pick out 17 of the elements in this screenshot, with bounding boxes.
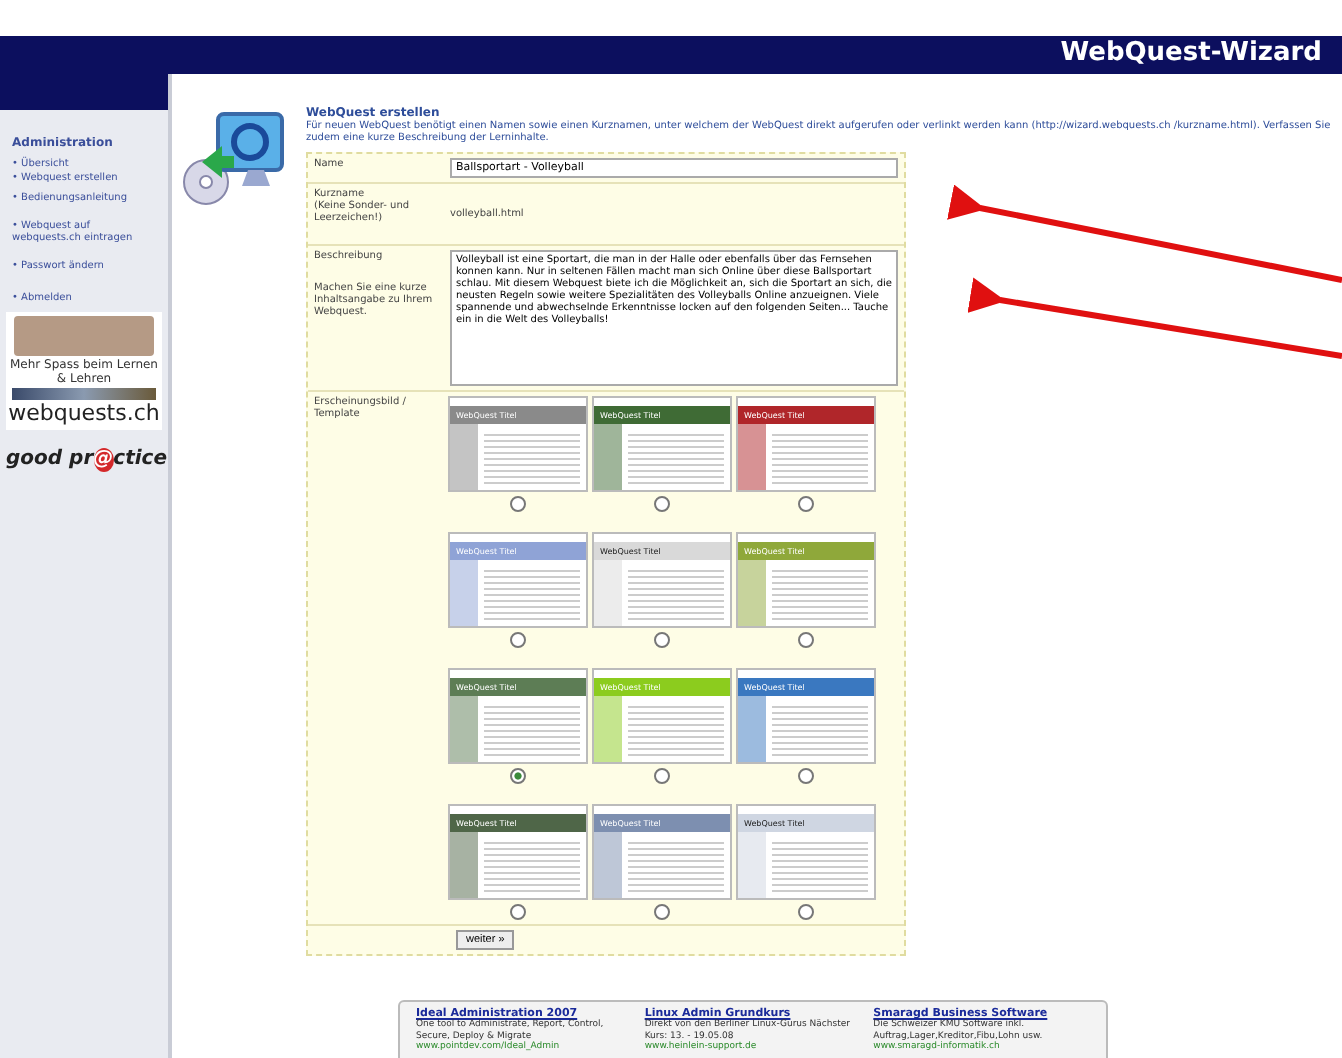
- template-radio[interactable]: [510, 632, 526, 648]
- template-radio[interactable]: [654, 632, 670, 648]
- template-radio[interactable]: [510, 904, 526, 920]
- template-radio[interactable]: [798, 632, 814, 648]
- template-radio[interactable]: [654, 496, 670, 512]
- template-radio[interactable]: [654, 768, 670, 784]
- template-radio[interactable]: [798, 496, 814, 512]
- template-radio[interactable]: [510, 768, 526, 784]
- template-radio[interactable]: [798, 904, 814, 920]
- banner-site: webquests.ch: [8, 400, 160, 426]
- template-radio[interactable]: [798, 768, 814, 784]
- photo-placeholder: [12, 388, 156, 400]
- photo-placeholder: [14, 316, 154, 356]
- good-practice-logo: good pr@ctice: [6, 446, 167, 474]
- app-title: WebQuest-Wizard: [1060, 38, 1322, 68]
- template-radio[interactable]: [510, 496, 526, 512]
- template-radio[interactable]: [654, 904, 670, 920]
